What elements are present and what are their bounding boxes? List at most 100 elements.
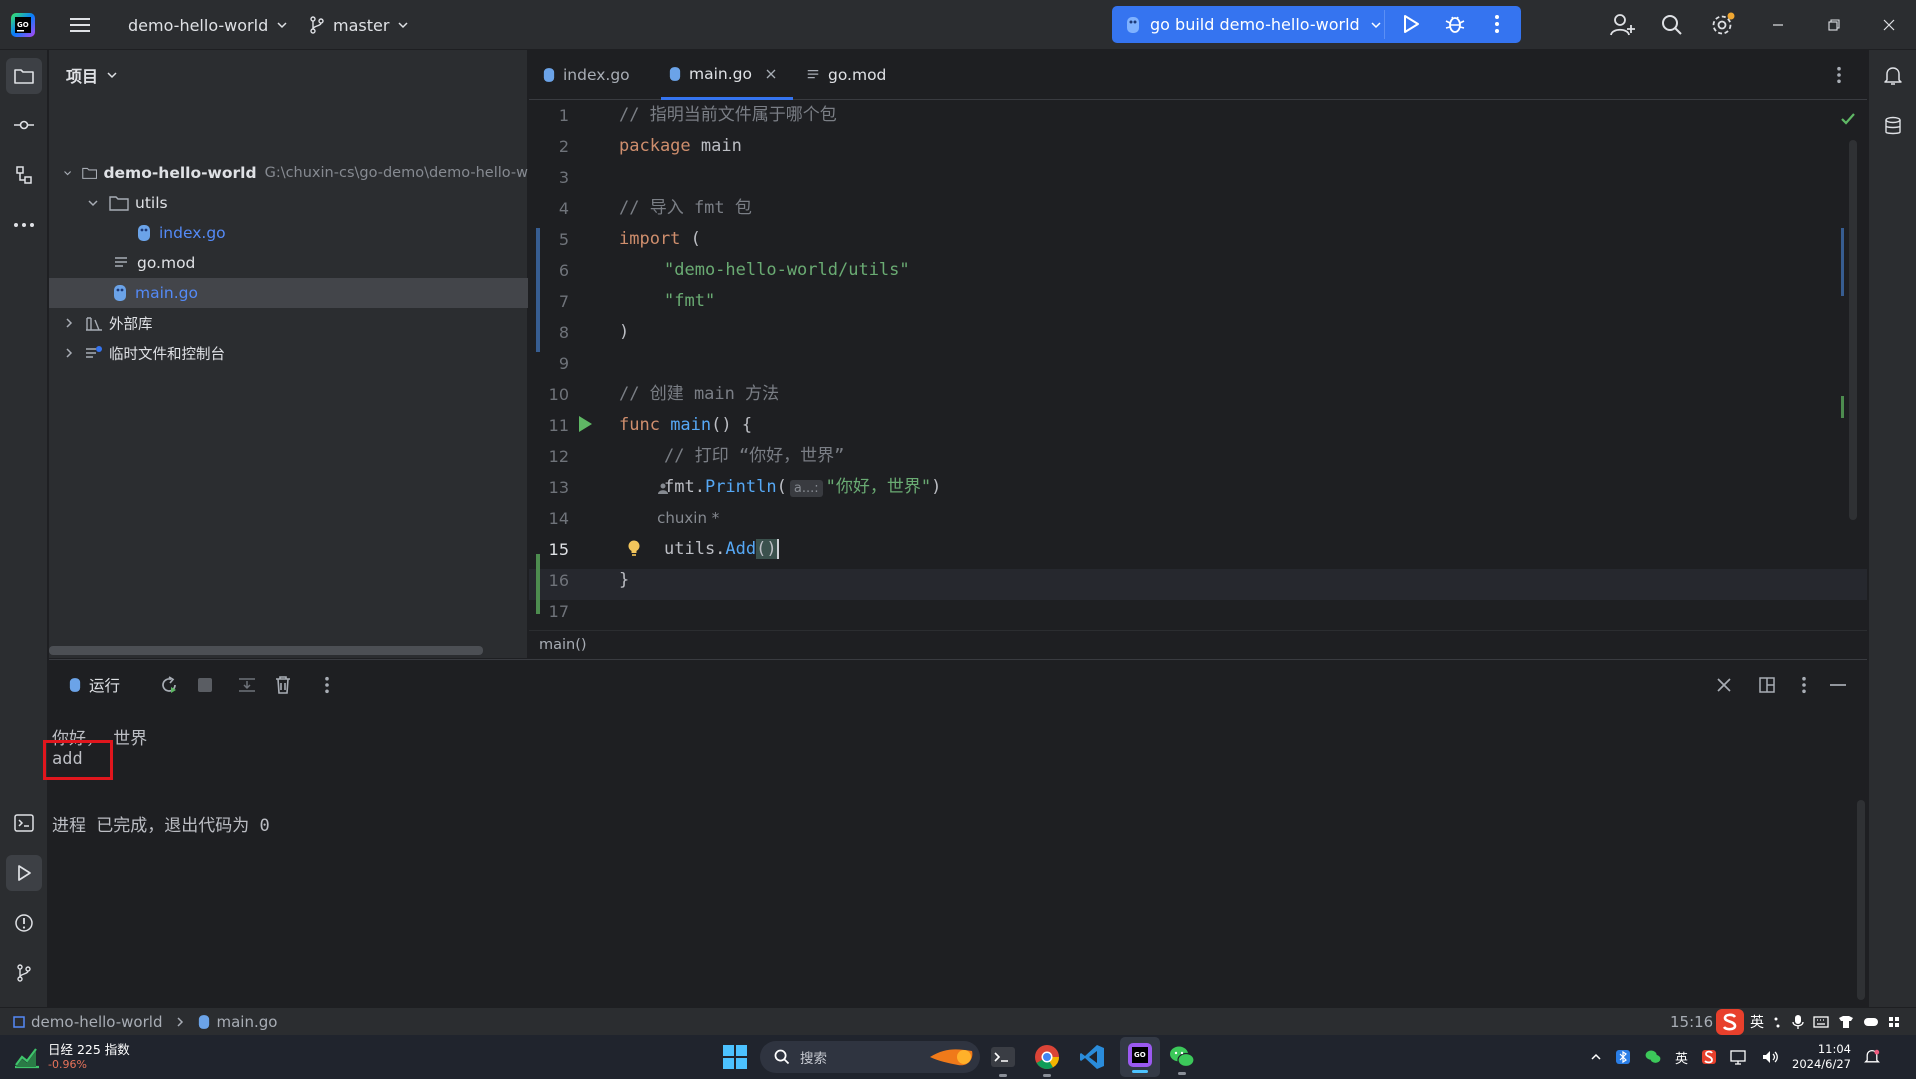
volume-icon[interactable] xyxy=(1761,1049,1779,1065)
close-icon[interactable] xyxy=(766,69,776,79)
close-run-button[interactable] xyxy=(1716,677,1732,693)
commit-tool-button[interactable] xyxy=(6,107,42,143)
line-number: 12 xyxy=(548,447,569,466)
console-scrollbar[interactable] xyxy=(1857,800,1865,1000)
taskbar-search[interactable]: 搜索 xyxy=(760,1041,980,1073)
skin-icon[interactable] xyxy=(1838,1015,1854,1029)
text-file-icon xyxy=(115,257,127,267)
main-menu-icon[interactable] xyxy=(68,0,92,50)
punctuation-icon[interactable] xyxy=(1773,1015,1783,1029)
stock-widget[interactable]: 日经 225 指数 -0.96% xyxy=(14,1039,130,1075)
settings-button[interactable] xyxy=(1710,0,1736,50)
breadcrumb-file[interactable]: main.go xyxy=(216,1013,277,1031)
taskbar-vscode-app[interactable] xyxy=(1079,1044,1105,1070)
tab-main-go[interactable]: main.go xyxy=(661,50,793,100)
line-number: 7 xyxy=(558,292,569,311)
output-line: 进程 已完成，退出代码为 0 xyxy=(52,816,270,836)
title-bar: GO demo-hello-world master go build demo… xyxy=(0,0,1916,50)
restore-button[interactable] xyxy=(1827,0,1841,50)
more-actions-button[interactable] xyxy=(1494,14,1500,34)
git-branch-icon xyxy=(17,964,31,982)
layout-icon xyxy=(1759,677,1775,693)
code-with-me-button[interactable] xyxy=(1610,0,1636,50)
caret-position[interactable]: 15:16 xyxy=(1670,1008,1713,1036)
network-icon[interactable] xyxy=(1730,1049,1748,1065)
chevron-up-icon[interactable] xyxy=(1590,1051,1602,1063)
taskbar-chrome-app[interactable] xyxy=(1034,1044,1060,1077)
panel-options-button[interactable] xyxy=(1801,676,1807,694)
run-gutter-button[interactable] xyxy=(577,415,593,433)
windows-logo-icon xyxy=(723,1045,747,1069)
tree-item-index-go[interactable]: index.go xyxy=(49,218,528,248)
keyboard-icon[interactable] xyxy=(1813,1016,1829,1028)
tree-item-external-libraries[interactable]: 外部库 xyxy=(49,308,528,338)
tree-item-root[interactable]: demo-hello-world G:\chuxin-cs\go-demo\de… xyxy=(49,158,528,188)
rerun-button[interactable] xyxy=(159,675,179,695)
tab-go-mod[interactable]: go.mod xyxy=(806,50,886,100)
code-line-current: utils.Add() xyxy=(664,539,779,559)
breadcrumb-item[interactable]: main() xyxy=(539,637,587,653)
taskbar-terminal-app[interactable] xyxy=(990,1044,1016,1077)
vertical-scrollbar[interactable] xyxy=(1849,140,1857,520)
terminal-tool-button[interactable] xyxy=(6,805,42,841)
inspection-ok-icon[interactable] xyxy=(1840,112,1856,126)
structure-tool-button[interactable] xyxy=(6,157,42,193)
trash-icon xyxy=(276,676,290,694)
ime-mode[interactable]: 英 xyxy=(1750,1012,1764,1032)
horizontal-scrollbar[interactable] xyxy=(49,646,483,655)
bluetooth-app-icon[interactable] xyxy=(1615,1049,1631,1065)
layout-button[interactable] xyxy=(1759,677,1775,693)
folder-name: utils xyxy=(135,194,168,212)
stop-button[interactable] xyxy=(197,677,213,693)
status-bar: demo-hello-world main.go 15:16 英 xyxy=(0,1007,1916,1035)
more-tools-button[interactable] xyxy=(6,207,42,243)
git-tool-button[interactable] xyxy=(6,955,42,991)
search-everywhere-button[interactable] xyxy=(1661,0,1683,50)
scroll-to-end-button[interactable] xyxy=(237,676,257,694)
tab-options-button[interactable] xyxy=(1836,50,1842,100)
project-switcher[interactable]: demo-hello-world xyxy=(128,0,288,50)
run-options-button[interactable] xyxy=(324,676,330,694)
minimize-icon xyxy=(1830,684,1846,686)
gamepad-icon[interactable] xyxy=(1863,1016,1879,1028)
line-number: 16 xyxy=(548,571,569,590)
tab-index-go[interactable]: index.go xyxy=(543,50,630,100)
breadcrumb-project[interactable]: demo-hello-world xyxy=(31,1013,162,1031)
tray-ime-indicator[interactable]: 英 xyxy=(1675,1048,1688,1067)
taskbar-goland-app[interactable]: GO xyxy=(1120,1037,1160,1077)
line-number: 11 xyxy=(548,416,569,435)
add-user-icon xyxy=(1610,14,1635,36)
sogou-ime-logo-icon[interactable] xyxy=(1716,1009,1744,1035)
notifications-button[interactable] xyxy=(1875,58,1911,94)
close-window-button[interactable] xyxy=(1882,0,1896,50)
grid-icon[interactable] xyxy=(1888,1016,1900,1028)
tree-item-utils[interactable]: utils xyxy=(49,188,528,218)
taskbar-wechat-app[interactable] xyxy=(1168,1044,1196,1075)
run-button[interactable] xyxy=(1400,13,1422,35)
database-tool-button[interactable] xyxy=(1875,108,1911,144)
sogou-tray-icon[interactable] xyxy=(1701,1049,1717,1065)
tab-run[interactable]: 运行 xyxy=(69,660,120,710)
code-line: ) xyxy=(619,322,630,342)
problems-tool-button[interactable] xyxy=(6,905,42,941)
branch-switcher[interactable]: master xyxy=(309,0,409,50)
clear-output-button[interactable] xyxy=(274,675,292,695)
code-line: import ( xyxy=(619,229,701,249)
tree-item-go-mod[interactable]: go.mod xyxy=(49,248,528,278)
tree-item-main-go[interactable]: main.go xyxy=(49,278,528,308)
minimize-button[interactable] xyxy=(1771,0,1785,50)
hide-panel-button[interactable] xyxy=(1829,677,1847,693)
microphone-icon[interactable] xyxy=(1792,1014,1804,1030)
line-number: 2 xyxy=(558,137,569,156)
debug-button[interactable] xyxy=(1444,13,1466,35)
project-tool-button[interactable] xyxy=(6,58,42,94)
run-tool-button[interactable] xyxy=(6,855,42,891)
notification-bell-icon[interactable] xyxy=(1864,1048,1880,1066)
run-config-selector[interactable]: go build demo-hello-world xyxy=(1126,6,1382,43)
project-view-selector[interactable]: 项目 xyxy=(66,50,118,100)
goland-logo-icon[interactable]: GO xyxy=(10,0,36,50)
tree-item-scratches[interactable]: 临时文件和控制台 xyxy=(49,338,528,368)
start-button[interactable] xyxy=(722,1044,748,1070)
clock[interactable]: 11:04 2024/6/27 xyxy=(1792,1042,1851,1072)
wechat-tray-icon[interactable] xyxy=(1644,1049,1662,1065)
